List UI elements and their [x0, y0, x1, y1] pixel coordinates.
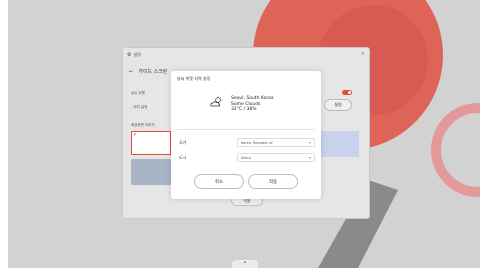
location-setting-label: - 위치 설정 — [131, 105, 148, 109]
dialog-divider — [177, 129, 315, 130]
settings-header: ← 가이드 스크린 — [129, 68, 168, 76]
gear-icon: ⚙ — [127, 52, 132, 58]
city-label: 도시 — [179, 155, 187, 160]
weather-toggle[interactable] — [342, 90, 352, 95]
desktop-wallpaper: ⚙ 설정 × ← 가이드 스크린 날씨 위젯 - 위치 설정 배경화면 이미지 … — [8, 0, 480, 268]
chevron-down-icon: ▾ — [308, 140, 311, 145]
country-select[interactable]: Korea, Republic of ▾ — [237, 138, 315, 147]
city-select[interactable]: Seoul ▾ — [237, 153, 315, 162]
location-dialog: 날씨 위젯 지역 설정 Seoul, South Korea Some Clou… — [171, 71, 321, 199]
location-settings-button[interactable]: 설정 — [324, 99, 352, 111]
wallpaper-thumb-3[interactable] — [319, 131, 359, 157]
page-title: 가이드 스크린 — [138, 69, 168, 75]
weather-widget-label: 날씨 위젯 — [131, 91, 145, 95]
country-label: 국가 — [179, 140, 187, 145]
weather-temp: 32°C / 38% — [231, 107, 257, 112]
chevron-down-icon: ▾ — [308, 155, 311, 160]
weather-preview: Seoul, South Korea Some Clouds 32°C / 38… — [209, 96, 274, 113]
settings-titlebar: ⚙ 설정 — [123, 48, 369, 62]
settings-title: 설정 — [133, 52, 141, 57]
close-icon[interactable]: × — [361, 51, 365, 57]
weather-text: Seoul, South Korea Some Clouds 32°C / 38… — [231, 96, 274, 113]
ok-button[interactable]: 적용 — [248, 174, 298, 189]
wallpaper-label: 배경화면 이미지 — [131, 123, 155, 127]
check-icon: ✔ — [133, 132, 138, 138]
partly-cloudy-icon — [210, 96, 223, 107]
cancel-button[interactable]: 취소 — [194, 174, 244, 189]
back-arrow-icon[interactable]: ← — [129, 69, 133, 75]
country-value: Korea, Republic of — [241, 140, 273, 145]
dock-handle[interactable]: ⌃ — [232, 260, 258, 268]
city-value: Seoul — [241, 155, 251, 160]
dialog-title: 날씨 위젯 지역 설정 — [177, 76, 211, 81]
wallpaper-thumb-2[interactable] — [131, 159, 171, 185]
